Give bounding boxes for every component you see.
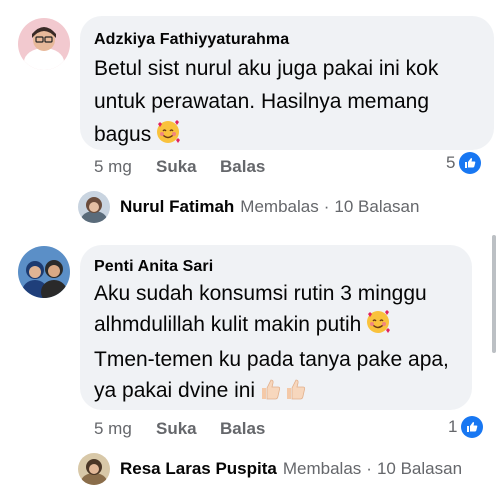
replies-link[interactable]: Nurul Fatimah Membalas · 10 Balasan	[78, 191, 419, 223]
avatar-image	[18, 246, 70, 298]
comment-actions: 5 mg Suka Balas	[94, 419, 394, 441]
comment-text: Betul sist nurul aku juga pakai ini kok …	[94, 52, 438, 155]
reaction-summary[interactable]: 1	[448, 416, 484, 438]
reply-action: Membalas	[240, 197, 319, 216]
comment-author[interactable]: Adzkiya Fathiyyaturahma	[94, 31, 289, 49]
comment-line-text: alhmdulillah kulit makin putih	[94, 313, 362, 336]
comment-time: 5 mg	[94, 419, 132, 438]
replies-link[interactable]: Resa Laras Puspita Membalas · 10 Balasan	[78, 453, 462, 485]
like-reaction-icon	[461, 416, 484, 438]
reply-count: 10 Balasan	[334, 197, 420, 216]
avatar-image	[18, 18, 70, 70]
scrollbar[interactable]	[492, 235, 496, 353]
comment-line: alhmdulillah kulit makin putih	[94, 309, 449, 344]
comment-line: untuk perawatan. Hasilnya memang	[94, 90, 430, 113]
like-button[interactable]: Suka	[156, 157, 197, 177]
reply-action: Membalas	[282, 459, 362, 478]
reply-separator: ·	[366, 459, 372, 478]
comment-line: Betul sist nurul aku juga pakai ini kok	[94, 57, 439, 80]
smiling-face-with-hearts-icon	[365, 309, 391, 344]
comment-line: Tmen-temen ku pada tanya pake apa,	[94, 348, 449, 371]
comment-actions: 5 mg Suka Balas	[94, 157, 394, 179]
reaction-count: 1	[448, 417, 458, 436]
reply-avatar	[78, 453, 110, 485]
commenter-avatar[interactable]	[18, 246, 70, 298]
comment-text: Aku sudah konsumsi rutin 3 minggu alhmdu…	[94, 278, 449, 410]
comment-line: bagus	[94, 118, 438, 155]
like-reaction-icon	[459, 152, 482, 174]
reply-author: Resa Laras Puspita	[120, 459, 277, 478]
comment-line: Aku sudah konsumsi rutin 3 minggu	[94, 282, 427, 305]
commenter-avatar[interactable]	[18, 18, 70, 70]
comment-bubble: Penti Anita Sari Aku sudah konsumsi ruti…	[80, 245, 472, 410]
comment-line-text: ya pakai dvine ini	[94, 379, 256, 402]
reaction-summary[interactable]: 5	[446, 152, 482, 174]
thumbs-up-icon	[259, 377, 283, 410]
comment-author[interactable]: Penti Anita Sari	[94, 258, 213, 276]
like-button[interactable]: Suka	[156, 419, 197, 439]
comment-bubble: Adzkiya Fathiyyaturahma Betul sist nurul…	[80, 16, 494, 150]
comment-line: ya pakai dvine ini	[94, 375, 449, 410]
reply-separator: ·	[323, 197, 330, 216]
reply-button[interactable]: Balas	[220, 157, 265, 177]
reply-button[interactable]: Balas	[220, 419, 265, 439]
comment-line-text: bagus	[94, 123, 152, 146]
reaction-count: 5	[446, 153, 456, 172]
comment-time: 5 mg	[94, 157, 132, 176]
reply-author: Nurul Fatimah	[120, 197, 235, 216]
reply-avatar	[78, 191, 110, 223]
thumbs-up-icon	[284, 377, 308, 410]
smiling-face-with-hearts-icon	[155, 119, 181, 155]
reply-count: 10 Balasan	[376, 459, 463, 478]
